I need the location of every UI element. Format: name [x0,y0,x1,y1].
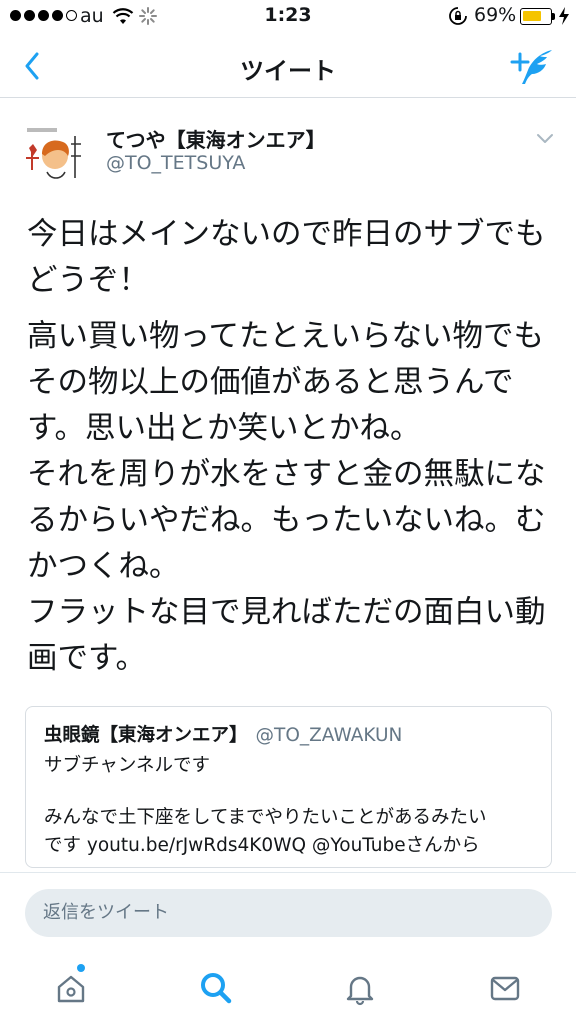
quoted-tweet-card[interactable]: 虫眼鏡【東海オンエア】 @TO_ZAWAKUN サブチャンネルです みんなで土下座… [25,706,552,868]
tab-bar [0,952,576,1024]
navigation-bar: ツイート [0,34,576,98]
compose-feather-icon [510,50,552,84]
reply-input[interactable]: 返信をツイート [25,889,552,937]
bell-icon [346,976,374,1006]
compose-tweet-button[interactable] [508,46,556,88]
mail-icon [490,976,520,1001]
notification-dot [77,964,85,972]
quoted-author-handle: @TO_ZAWAKUN [255,725,403,746]
tweet-author-handle[interactable]: @TO_TETSUYA [106,152,245,174]
charging-icon [558,6,570,31]
reply-bar: 返信をツイート [0,872,576,952]
battery-icon [520,8,552,25]
tab-notifications[interactable] [336,964,384,1012]
search-icon [201,973,232,1004]
tweet-paragraph: 高い買い物ってたとえいらない物でも その物以上の価値があると思うんで す。思い出… [27,319,546,676]
quoted-tweet-header: 虫眼鏡【東海オンエア】 @TO_ZAWAKUN [44,721,402,747]
quoted-tweet-text: です youtu.be/rJwRds4K0WQ @YouTubeさんから [44,835,480,856]
battery-nub [552,13,555,20]
tab-search[interactable] [192,964,240,1012]
avatar[interactable] [23,122,93,188]
more-options-button[interactable] [533,126,557,150]
tweet-text: 今日はメインないので昨日のサブでも どうぞ！ 高い買い物ってたとえいらない物でも… [27,212,557,682]
tab-home[interactable] [47,964,95,1012]
status-bar: au 1:23 69% [0,0,576,34]
quoted-tweet-text: サブチャンネルです [44,755,210,776]
rotation-lock-icon [448,6,468,31]
battery-percent: 69% [474,4,517,26]
quoted-tweet-text: みんなで土下座をしてまでやりたいことがあるみたい [44,807,487,828]
quoted-author-name: 虫眼鏡【東海オンエア】 [44,725,248,746]
tweet-paragraph: 今日はメインないので昨日のサブでも どうぞ！ [27,217,546,298]
page-title: ツイート [240,57,336,85]
tweet-author-name[interactable]: てつや【東海オンエア】 [106,124,326,153]
chevron-down-icon [537,134,553,143]
profile-illustration-icon [23,122,93,188]
home-icon [57,975,85,1003]
tab-messages[interactable] [481,964,529,1012]
